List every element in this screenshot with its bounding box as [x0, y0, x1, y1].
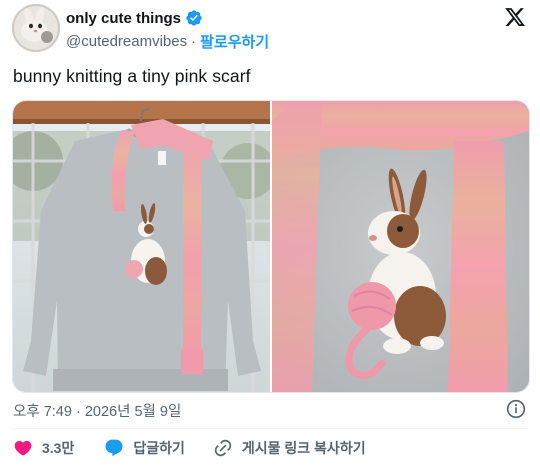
reply-button[interactable]: 답글하기	[104, 438, 185, 458]
photo-bunny-closeup[interactable]	[272, 101, 529, 392]
timestamp[interactable]: 오후 7:49 · 2026년 5월 9일	[13, 400, 181, 421]
copy-link-label: 게시물 링크 복사하기	[241, 440, 366, 456]
display-name-row[interactable]: only cute things	[66, 9, 203, 27]
follow-button[interactable]: 팔로우하기	[200, 31, 269, 52]
media-grid[interactable]	[12, 100, 530, 393]
handle[interactable]: @cutedreamvibes	[66, 33, 187, 50]
handle-row: @cutedreamvibes · 팔로우하기	[66, 31, 269, 52]
heart-icon	[14, 440, 32, 456]
reply-bubble-icon	[105, 439, 123, 457]
photo-sweater-hanging[interactable]	[13, 101, 270, 392]
avatar[interactable]	[12, 4, 60, 52]
divider	[12, 428, 528, 429]
info-icon[interactable]	[506, 399, 526, 419]
action-bar: 3.3만 답글하기 게시물 링크 복사하기	[13, 438, 366, 458]
like-button[interactable]: 3.3만	[13, 438, 74, 458]
x-logo-icon[interactable]	[504, 6, 526, 28]
verified-badge-icon	[185, 9, 203, 27]
tweet-text: bunny knitting a tiny pink scarf	[13, 66, 251, 86]
tweet-card: only cute things @cutedreamvibes · 팔로우하기…	[0, 0, 540, 466]
separator-dot: ·	[191, 33, 197, 50]
link-icon	[214, 439, 232, 457]
like-count: 3.3만	[42, 440, 75, 456]
copy-link-button[interactable]: 게시물 링크 복사하기	[213, 438, 366, 458]
reply-label: 답글하기	[133, 440, 185, 456]
display-name[interactable]: only cute things	[66, 10, 181, 27]
